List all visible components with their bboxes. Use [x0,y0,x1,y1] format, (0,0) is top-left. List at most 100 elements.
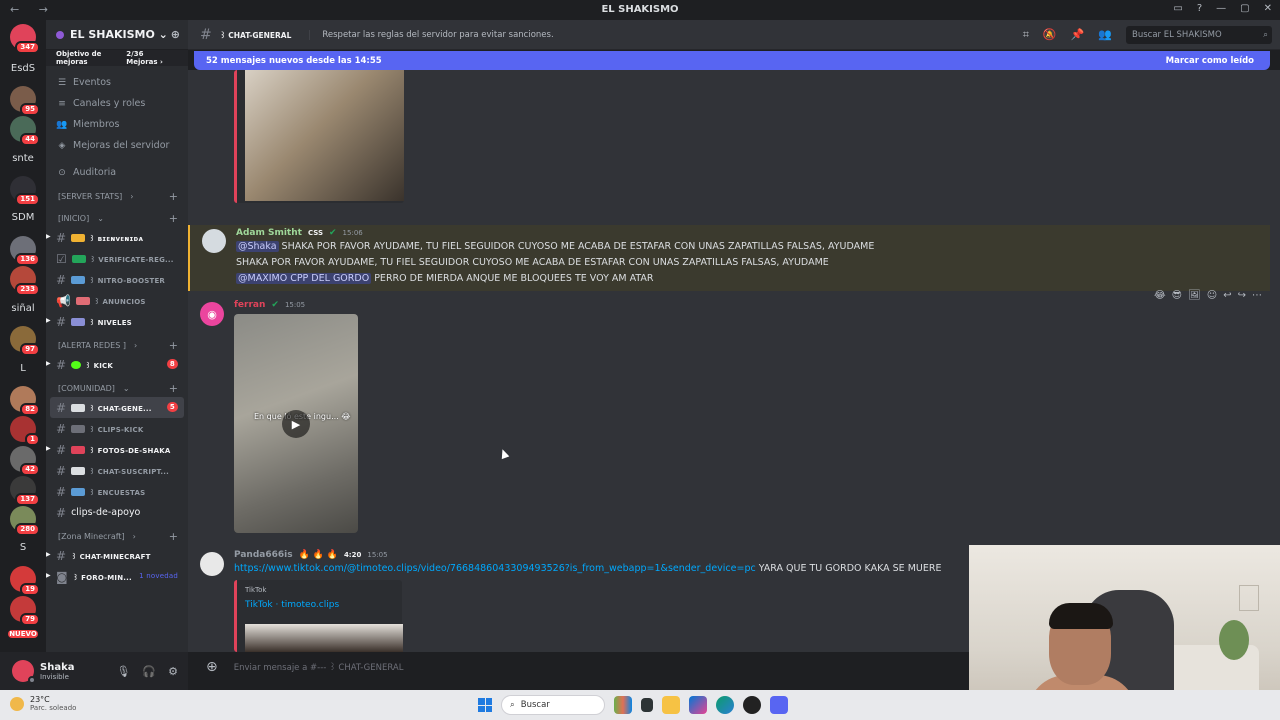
category-alerta-redes[interactable]: [ALERTA REDES ] › + [46,336,188,354]
add-attachment-icon[interactable]: ⊕ [206,659,218,675]
user-mention[interactable]: @MAXIMO CPP DEL GORDO [236,273,372,284]
search-input[interactable]: Buscar EL SHAKISMO ⌕ [1126,25,1272,44]
inbox-icon[interactable]: ▭ [1173,3,1182,14]
play-icon[interactable]: ▶ [282,410,310,438]
embed-title[interactable]: TikTok · timoteo.clips [245,600,339,610]
channel-chat-minecraft[interactable]: ▶ # ꒱ CHAT-MINECRAFT [46,545,188,566]
server-icon[interactable]: 280 [10,506,40,536]
notifications-icon[interactable]: 🔕 [1043,28,1057,42]
user-mention[interactable]: @Shaka [236,241,279,252]
attachment-image[interactable] [245,70,404,201]
channel-kick[interactable]: ▶ # ꒱ KICK 8 [46,354,188,375]
mark-as-read-button[interactable]: Marcar como leído [1166,56,1254,66]
embed-thumbnail[interactable] [245,624,403,652]
server-icon-text[interactable]: SDM [4,212,42,223]
category-comunidad[interactable]: [COMUNIDAD] ⌄ + [46,379,188,397]
windows-start-icon[interactable] [478,698,492,712]
server-icon[interactable]: 95 [10,86,40,116]
channel-fotos-de-shaka[interactable]: ▶ # ꒱ FOTOS-DE-SHAKA [46,439,188,460]
help-icon[interactable]: ? [1197,3,1202,14]
file-explorer-icon[interactable] [662,696,680,714]
server-icon[interactable]: 137 [10,476,40,506]
chrome-icon[interactable] [743,696,761,714]
server-icon[interactable]: 347 [10,24,40,54]
channel-chat-suscript[interactable]: # ꒱ CHAT-SUSCRIPT... [46,460,188,481]
channel-clips-de-apoyo[interactable]: # clips-de-apoyo [46,502,188,523]
taskbar-search[interactable]: ⌕ Buscar [501,695,605,715]
channel-foro-minecraft[interactable]: ▶ ◙ ꒱ FORO-MIN... 1 novedad [46,566,188,587]
discord-icon[interactable] [770,696,788,714]
headphones-icon[interactable]: 🎧 [142,665,156,678]
add-channel-icon[interactable]: + [169,339,178,352]
server-header[interactable]: EL SHAKISMO ⌄ ⊕ [46,20,188,50]
server-icon-text[interactable]: L [4,363,42,374]
channel-topic[interactable]: Respetar las reglas del servidor para ev… [309,29,554,40]
server-icon-text[interactable]: siñal [4,303,42,314]
user-info[interactable]: Shaka Invisible [40,662,74,681]
add-channel-icon[interactable]: + [169,212,178,225]
category-zona-minecraft[interactable]: [Zona Minecraft] › + [46,527,188,545]
message-composer[interactable]: ⊕ Enviar mensaje a #--- ꒱ CHAT-GENERAL [196,656,970,678]
channel-verificate[interactable]: ☑ ꒱ VERIFICATE-REG... [46,248,188,269]
server-icon-text[interactable]: S [4,542,42,553]
close-button[interactable]: ✕ [1264,3,1272,14]
channel-chat-general[interactable]: # ꒱ CHAT-GENE... 5 [50,397,184,418]
tiktok-link[interactable]: https://www.tiktok.com/@timoteo.clips/vi… [234,563,756,574]
message-author[interactable]: Adam Smitht [236,228,302,238]
edge-icon[interactable] [716,696,734,714]
server-icon[interactable]: 79 [10,596,40,626]
weather-widget[interactable]: 23°C Parc. soleado [10,695,76,712]
server-icon-text[interactable]: snte [4,153,42,164]
add-channel-icon[interactable]: + [169,190,178,203]
channel-niveles[interactable]: ▶ # ꒱ NIVELES [46,311,188,332]
channel-nitro-booster[interactable]: # ꒱ NITRO-BOOSTER [46,269,188,290]
new-messages-bar[interactable]: 52 mensajes nuevos desde las 14:55 Marca… [194,51,1270,70]
minimize-button[interactable]: — [1216,3,1226,14]
settings-gear-icon[interactable]: ⚙ [168,665,178,678]
threads-icon[interactable]: ⌗ [1023,28,1029,42]
copilot-icon[interactable] [689,696,707,714]
menu-audit[interactable]: ⊙ Auditoria [46,162,188,183]
avatar[interactable] [200,552,224,576]
message-input[interactable]: Enviar mensaje a #--- ꒱ CHAT-GENERAL [234,662,404,673]
task-view-icon[interactable] [641,698,653,712]
video-attachment[interactable]: En que ló este ingu... 😂 ▶ [234,314,358,533]
menu-members[interactable]: 👥 Miembros [46,114,188,135]
menu-server-boosts[interactable]: ◈ Mejoras del servidor [46,135,188,156]
hash-icon: # [56,230,67,245]
server-icon[interactable]: 19 [10,566,40,596]
server-icon[interactable]: 1 [10,416,40,446]
channel-encuestas[interactable]: # ꒱ ENCUESTAS [46,481,188,502]
server-icon[interactable]: 42 [10,446,40,476]
menu-channels-roles[interactable]: ≡ Canales y roles [46,93,188,114]
category-inicio[interactable]: [INICIO] ⌄ + [46,209,188,227]
menu-events[interactable]: ☰ Eventos [46,72,188,93]
channel-bienvenida[interactable]: ▶ # ꒱ ʙɪᴇɴᴠᴇɴɪᴅᴀ [46,227,188,248]
channel-clips-kick[interactable]: # ꒱ CLIPS-KICK [46,418,188,439]
server-icon[interactable]: 44 [10,116,40,146]
add-channel-icon[interactable]: + [169,382,178,395]
boost-goal[interactable]: Objetivo de mejoras 2/36 Mejoras › [46,50,188,66]
channel-anuncios[interactable]: 📢 ꒱ ANUNCIOS [46,290,188,311]
status-indicator [28,676,36,684]
app-icon[interactable] [614,696,632,714]
avatar[interactable] [202,229,226,253]
server-icon-text[interactable]: EsdS [4,63,42,74]
new-server-badge[interactable]: NUEVO [8,630,38,638]
discord-logo-icon[interactable]: ◉ [200,302,224,326]
message-author[interactable]: ferran [234,300,265,310]
server-icon[interactable]: 97 [10,326,40,356]
microphone-icon[interactable]: 🎙 [116,665,130,678]
server-icon[interactable]: 82 [10,386,40,416]
message-author[interactable]: Panda666is [234,550,293,560]
member-list-icon[interactable]: 👥 [1098,28,1112,42]
server-icon[interactable]: 136 [10,236,40,266]
server-icon[interactable]: 151 [10,176,40,206]
server-icon[interactable]: 233 [10,266,40,296]
maximize-button[interactable]: ▢ [1240,3,1249,14]
pin-icon[interactable]: 📌 [1071,28,1085,42]
add-channel-icon[interactable]: + [169,530,178,543]
avatar[interactable] [12,660,36,684]
category-server-stats[interactable]: [SERVER STATS] › + [46,187,188,205]
add-user-icon[interactable]: ⊕ [171,28,180,41]
